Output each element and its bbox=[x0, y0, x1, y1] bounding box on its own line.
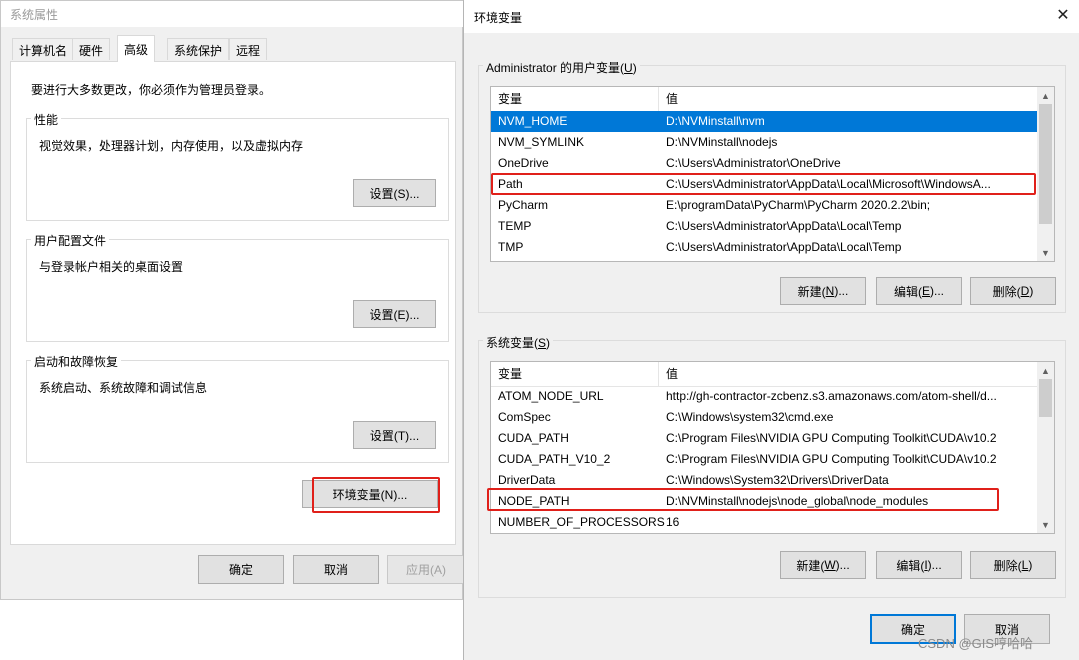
tab-computer-name[interactable]: 计算机名 bbox=[12, 38, 75, 60]
variable-value: C:\Program Files\NVIDIA GPU Computing To… bbox=[666, 452, 997, 466]
environment-variables-dialog: 环境变量 ✕ Administrator 的用户变量(U) 变量 值 NVM_H… bbox=[463, 0, 1079, 660]
system-variables-label: 系统变量(S) bbox=[483, 334, 554, 351]
user-delete-button[interactable]: 删除(D) bbox=[970, 277, 1056, 305]
close-icon[interactable]: ✕ bbox=[1053, 5, 1073, 25]
variable-value: 16 bbox=[666, 515, 680, 529]
title-bar bbox=[464, 0, 1079, 33]
user-new-button[interactable]: 新建(N)... bbox=[780, 277, 866, 305]
variable-name: TMP bbox=[498, 240, 524, 254]
column-header-value[interactable]: 值 bbox=[659, 362, 1039, 386]
variable-value: C:\Users\Administrator\AppData\Local\Tem… bbox=[666, 240, 902, 254]
user-list-scrollbar[interactable]: ▲ ▼ bbox=[1037, 87, 1054, 261]
table-row[interactable]: CUDA_PATH C:\Program Files\NVIDIA GPU Com… bbox=[491, 428, 1038, 449]
variable-name: CUDA_PATH_V10_2 bbox=[498, 452, 611, 466]
admin-note: 要进行大多数更改，你必须作为管理员登录。 bbox=[31, 83, 272, 97]
column-header-value[interactable]: 值 bbox=[659, 87, 1039, 111]
scroll-thumb[interactable] bbox=[1039, 104, 1052, 224]
variable-value: C:\Program Files\NVIDIA GPU Computing To… bbox=[666, 431, 997, 445]
watermark: CSDN @GIS哼哈哈 bbox=[918, 636, 1034, 651]
node-path-row-highlight bbox=[487, 488, 999, 511]
variable-value: C:\Windows\system32\cmd.exe bbox=[666, 410, 834, 424]
system-new-button[interactable]: 新建(W)... bbox=[780, 551, 866, 579]
performance-desc: 视觉效果，处理器计划，内存使用，以及虚拟内存 bbox=[39, 139, 304, 153]
tab-hardware[interactable]: 硬件 bbox=[72, 38, 111, 60]
startup-recovery-title: 启动和故障恢复 bbox=[31, 353, 122, 370]
startup-recovery-desc: 系统启动、系统故障和调试信息 bbox=[39, 381, 208, 395]
cancel-button[interactable]: 取消 bbox=[293, 555, 379, 584]
table-row[interactable]: NUMBER_OF_PROCESSORS 16 bbox=[491, 512, 1038, 533]
window-title: 系统属性 bbox=[10, 8, 59, 22]
env-button-highlight bbox=[312, 477, 440, 513]
table-row[interactable]: CUDA_PATH_V10_2 C:\Program Files\NVIDIA G… bbox=[491, 449, 1038, 470]
table-row[interactable]: NVM_SYMLINK D:\NVMinstall\nodejs bbox=[491, 132, 1038, 153]
variable-value: D:\NVMinstall\nvm bbox=[666, 114, 765, 128]
column-header-variable[interactable]: 变量 bbox=[491, 362, 659, 386]
table-row[interactable]: TMP C:\Users\Administrator\AppData\Local\… bbox=[491, 237, 1038, 258]
variable-value: D:\NVMinstall\nodejs bbox=[666, 135, 778, 149]
tab-remote[interactable]: 远程 bbox=[229, 38, 268, 60]
variable-name: NVM_HOME bbox=[498, 114, 568, 128]
variable-name: OneDrive bbox=[498, 156, 549, 170]
startup-settings-button[interactable]: 设置(T)... bbox=[353, 421, 436, 449]
variable-value: http://gh-contractor-zcbenz.s3.amazonaws… bbox=[666, 389, 997, 403]
variable-name: NVM_SYMLINK bbox=[498, 135, 585, 149]
apply-button[interactable]: 应用(A) bbox=[387, 555, 465, 584]
scroll-thumb[interactable] bbox=[1039, 379, 1052, 417]
system-edit-button[interactable]: 编辑(I)... bbox=[876, 551, 962, 579]
variable-name: TEMP bbox=[498, 219, 532, 233]
column-header-variable[interactable]: 变量 bbox=[491, 87, 659, 111]
scroll-up-icon[interactable]: ▲ bbox=[1037, 87, 1054, 104]
variable-name: NUMBER_OF_PROCESSORS bbox=[498, 515, 665, 529]
path-row-highlight bbox=[491, 173, 1036, 195]
user-profile-desc: 与登录帐户相关的桌面设置 bbox=[39, 260, 184, 274]
table-row[interactable]: NVM_HOME D:\NVMinstall\nvm bbox=[491, 111, 1038, 132]
system-delete-button[interactable]: 删除(L) bbox=[970, 551, 1056, 579]
table-row[interactable]: PyCharm E:\programData\PyCharm\PyCharm 20… bbox=[491, 195, 1038, 216]
system-list-scrollbar[interactable]: ▲ ▼ bbox=[1037, 362, 1054, 533]
scroll-down-icon[interactable]: ▼ bbox=[1037, 516, 1054, 533]
list-header: 变量 值 bbox=[491, 362, 1054, 387]
table-row[interactable]: ComSpec C:\Windows\system32\cmd.exe bbox=[491, 407, 1038, 428]
variable-name: ATOM_NODE_URL bbox=[498, 389, 604, 403]
table-row[interactable]: OneDrive C:\Users\Administrator\OneDrive bbox=[491, 153, 1038, 174]
performance-settings-button[interactable]: 设置(S)... bbox=[353, 179, 436, 207]
variable-value: C:\Users\Administrator\OneDrive bbox=[666, 156, 841, 170]
user-profile-settings-button[interactable]: 设置(E)... bbox=[353, 300, 436, 328]
title-bar bbox=[1, 1, 464, 27]
variable-name: PyCharm bbox=[498, 198, 549, 212]
list-header: 变量 值 bbox=[491, 87, 1054, 112]
performance-title: 性能 bbox=[31, 111, 62, 128]
variable-value: E:\programData\PyCharm\PyCharm 2020.2.2\… bbox=[666, 198, 931, 212]
user-edit-button[interactable]: 编辑(E)... bbox=[876, 277, 962, 305]
scroll-up-icon[interactable]: ▲ bbox=[1037, 362, 1054, 379]
table-row[interactable]: ATOM_NODE_URL http://gh-contractor-zcbenz… bbox=[491, 386, 1038, 407]
user-variables-label: Administrator 的用户变量(U) bbox=[483, 59, 640, 76]
variable-value: C:\Users\Administrator\AppData\Local\Tem… bbox=[666, 219, 902, 233]
scroll-down-icon[interactable]: ▼ bbox=[1037, 244, 1054, 261]
ok-button[interactable]: 确定 bbox=[198, 555, 284, 584]
variable-name: ComSpec bbox=[498, 410, 551, 424]
tab-advanced[interactable]: 高级 bbox=[117, 35, 156, 62]
table-row[interactable]: TEMP C:\Users\Administrator\AppData\Local… bbox=[491, 216, 1038, 237]
user-profile-title: 用户配置文件 bbox=[31, 232, 110, 249]
tab-system-protection[interactable]: 系统保护 bbox=[167, 38, 230, 60]
window-title: 环境变量 bbox=[474, 11, 523, 25]
variable-name: CUDA_PATH bbox=[498, 431, 569, 445]
system-properties-dialog: 系统属性 计算机名 硬件 高级 系统保护 远程 要进行大多数更改，你必须作为管理… bbox=[0, 0, 465, 600]
